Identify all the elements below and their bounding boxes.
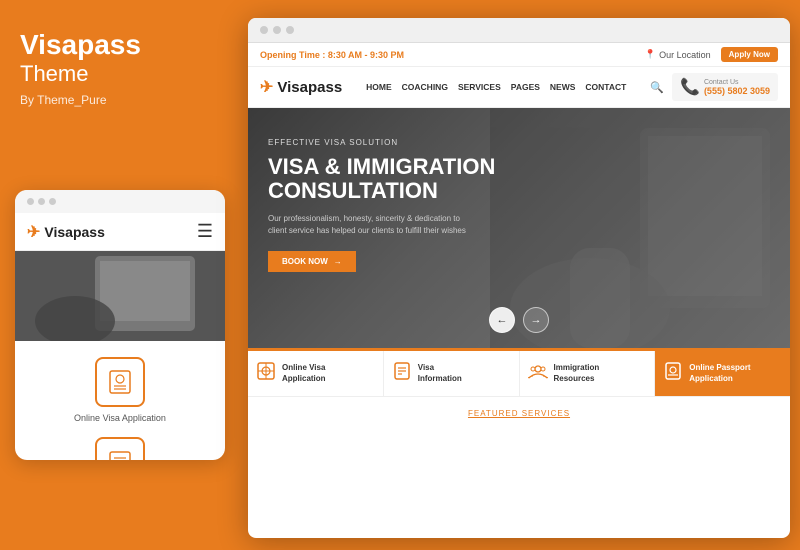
mobile-top-bar <box>15 190 225 213</box>
dot2 <box>38 198 45 205</box>
mobile-visa-label: Online Visa Application <box>74 413 166 423</box>
immigration-icon <box>528 361 548 386</box>
plane-icon: ✈ <box>27 222 40 242</box>
contact-phone: (555) 5802 3059 <box>704 86 770 96</box>
location-pin-icon: 📍 <box>645 49 656 60</box>
service-name-1: Online VisaApplication <box>282 363 326 384</box>
service-name-2: VisaInformation <box>418 363 462 384</box>
mobile-visa-section: Online Visa Application <box>15 341 225 431</box>
nav-logo-text: Visapass <box>277 79 342 96</box>
brand-title: Visapass <box>20 30 220 61</box>
brand-block: Visapass Theme By Theme_Pure <box>20 30 220 107</box>
nav-contact[interactable]: CONTACT <box>585 82 626 92</box>
nav-home[interactable]: HOME <box>366 82 392 92</box>
visa-icon <box>95 357 145 407</box>
left-panel: Visapass Theme By Theme_Pure ✈ Visapass … <box>0 0 240 550</box>
dot1 <box>27 198 34 205</box>
nav-right: 🔍 📞 Contact Us (555) 5802 3059 <box>650 73 778 101</box>
service-name-3: ImmigrationResources <box>554 363 600 384</box>
mobile-mockup: ✈ Visapass ☰ Onlin <box>15 190 225 460</box>
book-now-label: BOOK NOW <box>282 257 328 266</box>
phone-icon: 📞 <box>680 77 700 97</box>
contact-block: 📞 Contact Us (555) 5802 3059 <box>672 73 778 101</box>
passport-svg <box>106 368 134 396</box>
dot3 <box>49 198 56 205</box>
opening-time-value: 8:30 AM - 9:30 PM <box>328 50 404 60</box>
nav-links: HOME COACHING SERVICES PAGES NEWS CONTAC… <box>366 82 626 92</box>
passport-icon <box>663 361 683 386</box>
top-right-info: 📍 Our Location Apply Now <box>645 47 778 62</box>
brand-subtitle: Theme <box>20 61 220 87</box>
list-icon <box>95 437 145 460</box>
nav-services[interactable]: SERVICES <box>458 82 501 92</box>
service-item-1: Online VisaApplication <box>248 351 384 396</box>
nav-plane-icon: ✈ <box>260 77 273 97</box>
prev-arrow[interactable]: ← <box>489 307 515 333</box>
nav-news[interactable]: NEWS <box>550 82 576 92</box>
online-visa-icon <box>256 361 276 386</box>
browser-dot3 <box>286 26 294 34</box>
browser-dot2 <box>273 26 281 34</box>
hero-section: EFFECTIVE VISA SOLUTION VISA & IMMIGRATI… <box>248 108 790 348</box>
hero-eyebrow: EFFECTIVE VISA SOLUTION <box>268 138 508 147</box>
service-item-4: Online PassportApplication <box>655 351 790 396</box>
browser-dot1 <box>260 26 268 34</box>
browser-chrome <box>248 18 790 43</box>
featured-bar: FEATURED SERVICES <box>248 396 790 427</box>
list-svg <box>107 449 133 460</box>
mobile-logo: ✈ Visapass <box>27 222 105 242</box>
top-info-bar: Opening Time : 8:30 AM - 9:30 PM 📍 Our L… <box>248 43 790 67</box>
carousel-controls: ← → <box>489 307 549 333</box>
mobile-list-section <box>15 431 225 460</box>
contact-info: Contact Us (555) 5802 3059 <box>704 79 770 96</box>
opening-time-label: Opening Time : <box>260 50 325 60</box>
service-item-3: ImmigrationResources <box>520 351 656 396</box>
search-icon[interactable]: 🔍 <box>650 81 664 94</box>
nav-pages[interactable]: PAGES <box>511 82 540 92</box>
featured-label: FEATURED SERVICES <box>468 409 570 418</box>
opening-time: Opening Time : 8:30 AM - 9:30 PM <box>260 50 404 60</box>
browser-window: Opening Time : 8:30 AM - 9:30 PM 📍 Our L… <box>248 18 790 538</box>
service-item-2: VisaInformation <box>384 351 520 396</box>
location-label: Our Location <box>659 50 711 60</box>
hamburger-icon[interactable]: ☰ <box>197 221 213 242</box>
service-name-4: Online PassportApplication <box>689 363 750 384</box>
apply-now-button[interactable]: Apply Now <box>721 47 778 62</box>
location-info: 📍 Our Location <box>645 49 711 60</box>
mobile-hero-svg <box>15 251 225 341</box>
hero-title: VISA & IMMIGRATION CONSULTATION <box>268 155 508 203</box>
hero-content: EFFECTIVE VISA SOLUTION VISA & IMMIGRATI… <box>268 138 508 272</box>
nav-logo: ✈ Visapass <box>260 77 342 97</box>
mobile-header: ✈ Visapass ☰ <box>15 213 225 251</box>
hero-description: Our professionalism, honesty, sincerity … <box>268 213 468 237</box>
next-arrow[interactable]: → <box>523 307 549 333</box>
visa-info-icon <box>392 361 412 386</box>
services-bar: Online VisaApplication VisaInformation <box>248 348 790 396</box>
contact-label: Contact Us <box>704 79 770 86</box>
main-nav: ✈ Visapass HOME COACHING SERVICES PAGES … <box>248 67 790 108</box>
arrow-icon: → <box>334 257 342 266</box>
brand-by: By Theme_Pure <box>20 93 220 107</box>
mobile-hero-image <box>15 251 225 341</box>
book-now-button[interactable]: BOOK NOW → <box>268 251 356 272</box>
nav-coaching[interactable]: COACHING <box>402 82 448 92</box>
